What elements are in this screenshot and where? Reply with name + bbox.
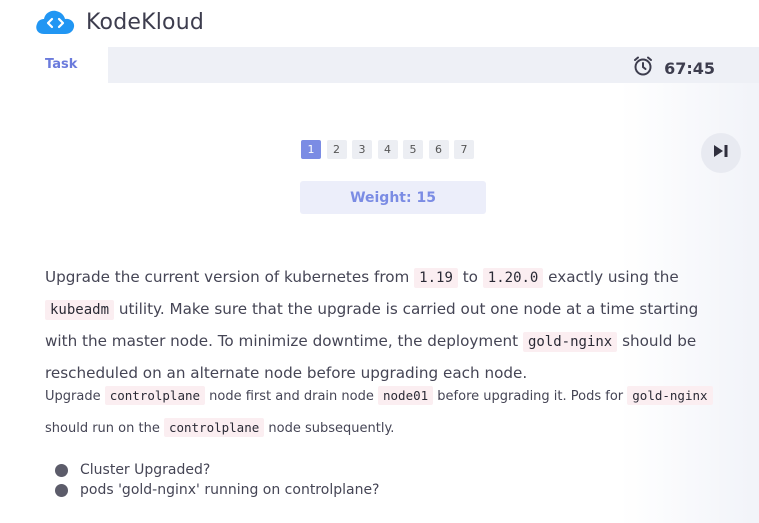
page-5-button[interactable]: 5 [403, 140, 423, 159]
code-controlplane: controlplane [163, 418, 265, 437]
check-item: pods 'gold-nginx' running on controlplan… [55, 480, 379, 500]
check-label: Cluster Upgraded? [80, 462, 211, 478]
next-question-button[interactable] [701, 133, 741, 173]
note-text: Upgrade [45, 389, 105, 404]
kodekloud-logo[interactable]: KodeKloud [34, 8, 204, 36]
note-text: before upgrading it. Pods for [433, 389, 628, 404]
code-gold-nginx: gold-nginx [627, 386, 713, 405]
page-3-button[interactable]: 3 [352, 140, 372, 159]
kodekloud-cloud-logo-icon [34, 8, 76, 36]
page-1-button[interactable]: 1 [301, 140, 321, 159]
skip-next-icon [712, 143, 730, 163]
task-note: Upgrade controlplane node first and drai… [45, 380, 735, 444]
page-2-button[interactable]: 2 [326, 140, 347, 159]
note-text: node first and drain node [205, 389, 378, 404]
code-controlplane: controlplane [104, 386, 206, 405]
task-header-bar: 67:45 [108, 47, 759, 83]
desc-text: exactly using the [543, 268, 679, 286]
timer: 67:45 [632, 55, 715, 81]
code-node01: node01 [378, 386, 434, 405]
desc-text: Upgrade the current version of kubernete… [45, 268, 415, 286]
brand-name: KodeKloud [86, 9, 204, 35]
alarm-clock-icon [632, 55, 654, 81]
code-kubeadm: kubeadm [45, 300, 115, 320]
task-description: Upgrade the current version of kubernete… [45, 262, 735, 389]
check-label: pods 'gold-nginx' running on controlplan… [80, 482, 380, 498]
page-4-button[interactable]: 4 [377, 140, 398, 159]
task-checks: Cluster Upgraded? pods 'gold-nginx' runn… [55, 460, 379, 500]
task-label[interactable]: Task [45, 57, 77, 72]
note-text: should run on the [45, 421, 164, 436]
code-gold-nginx: gold-nginx [522, 332, 618, 352]
bullet-dot-icon [55, 483, 68, 497]
question-pager: 1 2 3 4 5 6 7 [301, 140, 480, 159]
page-6-button[interactable]: 6 [428, 140, 449, 159]
note-text: node subsequently. [264, 421, 395, 436]
code-from-version: 1.19 [414, 268, 458, 288]
timer-value: 67:45 [664, 58, 715, 78]
code-to-version: 1.20.0 [482, 268, 544, 288]
bullet-dot-icon [55, 463, 68, 477]
check-item: Cluster Upgraded? [55, 460, 379, 480]
weight-badge: Weight: 15 [300, 181, 486, 214]
page-7-button[interactable]: 7 [454, 140, 474, 159]
desc-text: to [457, 268, 483, 286]
